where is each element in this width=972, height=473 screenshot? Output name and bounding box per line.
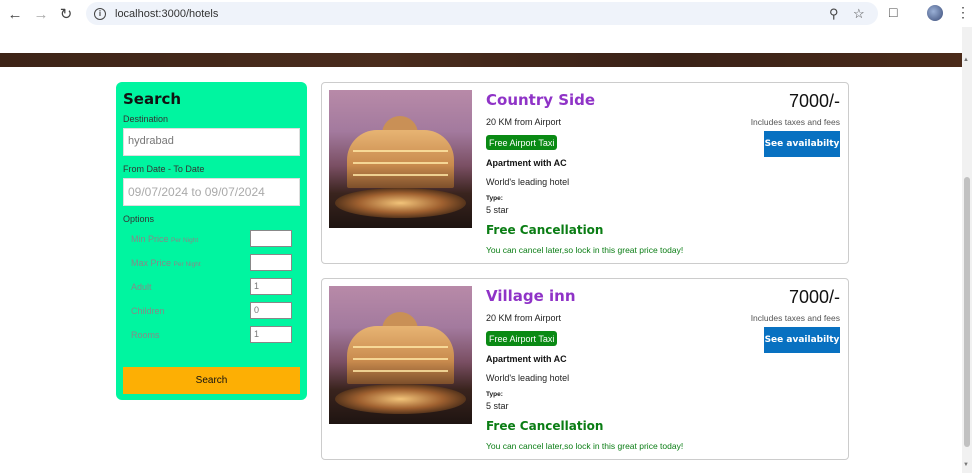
header-banner	[0, 53, 962, 67]
destination-input[interactable]: hydrabad	[123, 128, 300, 156]
type-value: 5 star	[486, 205, 509, 215]
option-input[interactable]: 1	[250, 278, 292, 295]
option-suffix: Per Night	[173, 261, 201, 268]
hotel-card: Village inn 20 KM from Airport Free Airpor…	[321, 278, 849, 460]
destination-label: Destination	[123, 114, 169, 124]
menu-icon[interactable]: ⋮	[956, 4, 970, 21]
hotel-distance: 20 KM from Airport	[486, 313, 562, 323]
type-label: Type:	[486, 391, 503, 398]
option-label-text: Max Price	[131, 258, 172, 268]
cancellation-title: Free Cancellation	[486, 223, 604, 237]
star-icon[interactable]: ☆	[853, 6, 865, 22]
tax-note: Includes taxes and fees	[750, 117, 840, 127]
option-row: Adult 1	[123, 278, 300, 302]
option-label-text: Min Price	[131, 234, 169, 244]
option-label: Rooms	[131, 330, 160, 340]
search-panel: Search Destination hydrabad From Date - …	[116, 82, 307, 400]
option-input[interactable]: 1	[250, 326, 292, 343]
search-title: Search	[123, 90, 182, 108]
back-icon[interactable]: ←	[5, 4, 25, 24]
key-icon[interactable]: ⚲	[829, 6, 839, 22]
cancellation-title: Free Cancellation	[486, 419, 604, 433]
forward-icon[interactable]: →	[31, 4, 51, 24]
info-icon[interactable]: i	[94, 7, 106, 20]
hotel-image-lights	[353, 358, 448, 360]
hotel-image-building	[347, 130, 454, 188]
apartment-text: Apartment with AC	[486, 354, 567, 364]
option-label: Adult	[131, 282, 152, 292]
hotel-image-lights	[353, 150, 448, 152]
hotel-price: 7000/-	[788, 91, 840, 111]
options-list: Min Price Per Night Max Price Per Night Ad…	[123, 230, 300, 350]
hotel-image-fountain	[335, 188, 466, 218]
hotel-price: 7000/-	[788, 287, 840, 307]
cancellation-text: You can cancel later,so lock in this gre…	[486, 441, 684, 451]
option-suffix: Per Night	[171, 237, 199, 244]
option-row: Max Price Per Night	[123, 254, 300, 278]
hotel-image[interactable]	[329, 286, 472, 424]
option-label-text: Children	[131, 306, 165, 316]
option-label-text: Adult	[131, 282, 152, 292]
hotel-name[interactable]: Country Side	[486, 91, 595, 109]
hotel-name[interactable]: Village inn	[486, 287, 576, 305]
scroll-down-icon[interactable]: ▼	[963, 462, 969, 468]
browser-toolbar: ← → ↻ i localhost:3000/hotels ⚲ ☆ □ ⋮	[0, 0, 972, 27]
see-availability-button[interactable]: See availabilty	[764, 327, 840, 353]
type-label: Type:	[486, 195, 503, 202]
search-button[interactable]: Search	[123, 367, 300, 394]
apartment-text: Apartment with AC	[486, 158, 567, 168]
hotel-description: World's leading hotel	[486, 177, 570, 187]
option-input[interactable]	[250, 230, 292, 247]
date-range-input[interactable]: 09/07/2024 to 09/07/2024	[123, 178, 300, 206]
taxi-badge: Free Airport Taxi	[486, 135, 558, 150]
cancellation-text: You can cancel later,so lock in this gre…	[486, 245, 684, 255]
avatar[interactable]	[927, 5, 943, 21]
hotel-image-building	[347, 326, 454, 384]
hotel-description: World's leading hotel	[486, 373, 570, 383]
tax-note: Includes taxes and fees	[750, 313, 840, 323]
type-value: 5 star	[486, 401, 509, 411]
option-label: Max Price Per Night	[131, 258, 201, 268]
see-availability-button[interactable]: See availabilty	[764, 131, 840, 157]
scroll-up-icon[interactable]: ▲	[963, 57, 969, 63]
url-text[interactable]: localhost:3000/hotels	[115, 8, 218, 20]
hotel-image-lights	[353, 370, 448, 372]
address-bar[interactable]: i localhost:3000/hotels ⚲ ☆	[86, 2, 878, 25]
option-input[interactable]: 0	[250, 302, 292, 319]
option-row: Rooms 1	[123, 326, 300, 350]
hotel-card: Country Side 20 KM from Airport Free Airpo…	[321, 82, 849, 264]
date-label: From Date - To Date	[123, 164, 205, 174]
option-label-text: Rooms	[131, 330, 160, 340]
option-input[interactable]	[250, 254, 292, 271]
option-row: Children 0	[123, 302, 300, 326]
option-label: Children	[131, 306, 165, 316]
reload-icon[interactable]: ↻	[56, 4, 76, 24]
option-label: Min Price Per Night	[131, 234, 198, 244]
hotel-image-lights	[353, 174, 448, 176]
scrollbar-thumb[interactable]	[964, 177, 970, 447]
hotel-image-fountain	[335, 384, 466, 414]
extensions-icon[interactable]: □	[889, 4, 897, 20]
hotel-image-lights	[353, 346, 448, 348]
hotel-distance: 20 KM from Airport	[486, 117, 562, 127]
hotel-image-lights	[353, 162, 448, 164]
option-row: Min Price Per Night	[123, 230, 300, 254]
options-label: Options	[123, 214, 155, 224]
hotel-image[interactable]	[329, 90, 472, 228]
taxi-badge: Free Airport Taxi	[486, 331, 558, 346]
